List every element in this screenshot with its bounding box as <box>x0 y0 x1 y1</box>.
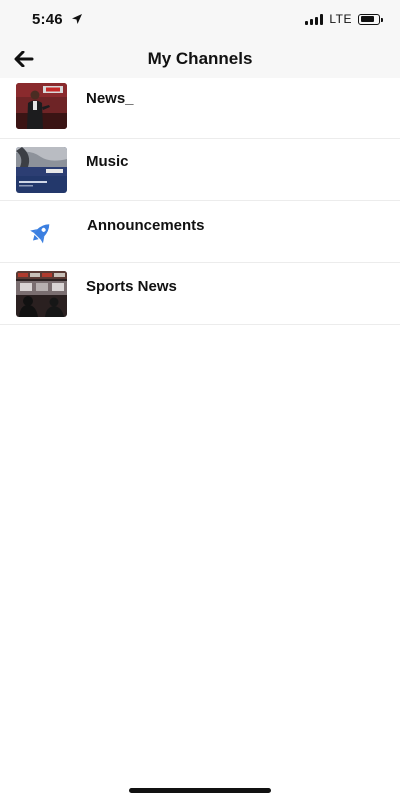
location-arrow-icon <box>72 14 82 24</box>
channel-label: News_ <box>86 90 134 107</box>
channel-label: Announcements <box>87 217 205 234</box>
status-indicators: LTE <box>305 12 383 26</box>
sports-thumbnail <box>16 271 67 317</box>
news-thumbnail <box>16 83 67 129</box>
channel-list: News_ Music Announcements Sports News <box>0 78 400 325</box>
nav-bar: My Channels <box>0 40 400 78</box>
music-thumbnail <box>16 147 67 193</box>
battery-icon <box>358 13 383 25</box>
channel-label: Music <box>86 153 129 170</box>
signal-icon <box>305 13 324 25</box>
home-indicator[interactable] <box>129 788 271 793</box>
channel-item-music[interactable]: Music <box>0 139 400 201</box>
status-bar: 5:46 LTE <box>0 0 400 40</box>
network-label: LTE <box>329 12 352 26</box>
channel-item-sports-news[interactable]: Sports News <box>0 263 400 325</box>
channel-item-announcements[interactable]: Announcements <box>0 201 400 263</box>
channel-item-news[interactable]: News_ <box>0 78 400 139</box>
page-title: My Channels <box>147 49 253 68</box>
rocket-icon <box>16 209 67 255</box>
status-time: 5:46 <box>32 11 63 28</box>
channel-label: Sports News <box>86 278 177 295</box>
